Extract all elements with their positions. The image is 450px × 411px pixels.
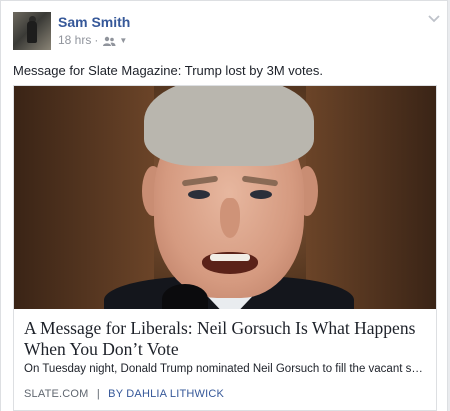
chevron-down-icon[interactable] (427, 11, 441, 23)
photo-microphone (162, 284, 208, 309)
link-title[interactable]: A Message for Liberals: Neil Gorsuch Is … (24, 318, 429, 360)
link-domain: SLATE.COM (24, 388, 89, 400)
link-preview[interactable]: A Message for Liberals: Neil Gorsuch Is … (13, 85, 437, 411)
photo-eye-left (188, 190, 210, 199)
source-separator: | (96, 388, 100, 400)
link-description: On Tuesday night, Donald Trump nominated… (24, 363, 429, 375)
photo-teeth (210, 254, 250, 261)
photo-background-left (14, 86, 154, 309)
photo-background-right (306, 86, 436, 309)
author-name[interactable]: Sam Smith (58, 14, 130, 30)
link-source: SLATE.COM | BY DAHLIA LITHWICK (24, 388, 224, 400)
post-meta: 18 hrs · ▼ (58, 33, 127, 47)
avatar[interactable] (13, 12, 51, 50)
post-timestamp[interactable]: 18 hrs (58, 33, 91, 47)
post-text: Message for Slate Magazine: Trump lost b… (13, 63, 323, 78)
photo-eye-right (250, 190, 272, 199)
audience-dropdown-icon[interactable]: ▼ (119, 36, 127, 45)
meta-separator: · (94, 33, 99, 47)
feed-post: Sam Smith 18 hrs · ▼ Message for Slate M… (0, 0, 448, 411)
friends-icon[interactable] (102, 35, 116, 46)
photo-nose (220, 198, 240, 238)
photo-hair (144, 86, 314, 166)
link-preview-image[interactable] (14, 86, 436, 309)
avatar-figure-body (27, 21, 37, 43)
link-byline[interactable]: BY DAHLIA LITHWICK (108, 388, 224, 400)
